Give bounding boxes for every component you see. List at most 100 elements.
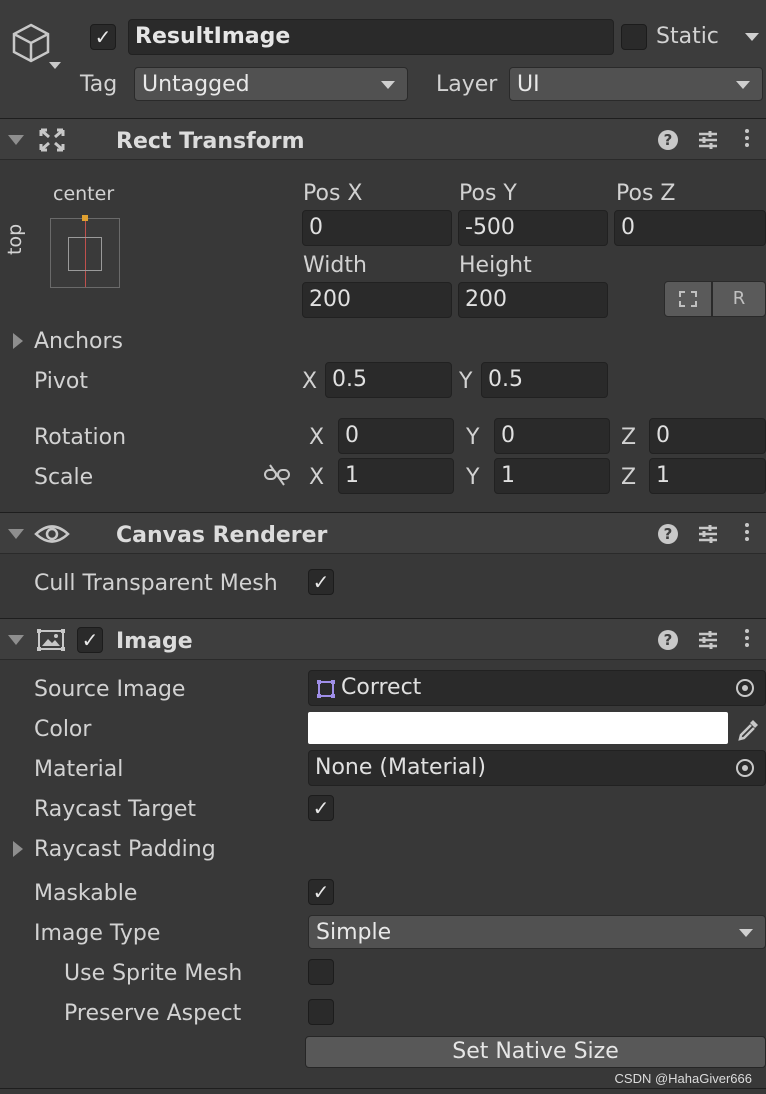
set-native-size-button[interactable]: Set Native Size [305,1036,766,1068]
rotation-x-field[interactable]: 0 [338,418,454,454]
pos-y-label: Pos Y [459,181,517,206]
fold-arrow-icon[interactable] [8,529,24,539]
rotation-z-field[interactable]: 0 [649,418,766,454]
rotation-y-label: Y [466,425,480,450]
pos-x-label: Pos X [303,181,363,206]
raycast-target-checkbox[interactable]: ✓ [308,795,334,821]
raw-edit-button[interactable]: R [712,281,766,317]
active-toggle[interactable]: ✓ [90,24,116,50]
tag-label: Tag [80,72,118,97]
scale-label: Scale [34,465,94,490]
image-type-dropdown[interactable]: Simple [308,915,766,949]
anchor-rect-preview [68,237,102,271]
cull-transparent-mesh-checkbox[interactable]: ✓ [308,569,334,595]
rect-transform-icon [39,128,65,152]
raycast-target-label: Raycast Target [34,797,197,822]
component-title: Image [116,629,193,654]
eye-icon [34,525,70,543]
kebab-menu-icon[interactable] [745,629,749,650]
scale-y-label: Y [466,465,480,490]
source-image-value: Correct [341,675,422,700]
tag-dropdown[interactable]: Untagged [134,67,408,101]
anchors-foldout-arrow[interactable] [13,333,23,349]
pivot-label: Pivot [34,369,89,394]
preserve-aspect-label: Preserve Aspect [64,1001,242,1026]
tag-value: Untagged [142,72,250,97]
raycast-padding-label[interactable]: Raycast Padding [34,839,216,861]
pivot-x-field[interactable]: 0.5 [325,362,452,398]
gameobject-header: ✓ ResultImage Static Tag Untagged Layer … [0,0,766,118]
anchors-label[interactable]: Anchors [34,331,123,353]
scale-y-field[interactable]: 1 [494,458,610,494]
scale-z-label: Z [621,465,637,490]
rect-transform-header[interactable]: Rect Transform ? [0,118,766,160]
presets-icon[interactable] [697,629,719,651]
image-header[interactable]: ✓ Image ? [0,618,766,660]
pos-x-field[interactable]: 0 [302,210,452,246]
image-enabled-toggle[interactable]: ✓ [77,627,103,653]
maskable-checkbox[interactable]: ✓ [308,879,334,905]
presets-icon[interactable] [697,129,719,151]
source-image-field[interactable]: Correct [308,670,766,706]
maskable-label: Maskable [34,881,138,906]
width-field[interactable]: 200 [302,282,452,318]
anchor-h-label: center [53,183,115,205]
source-image-label: Source Image [34,677,186,702]
use-sprite-mesh-label: Use Sprite Mesh [64,961,243,986]
pos-y-field[interactable]: -500 [458,210,608,246]
fold-arrow-icon[interactable] [8,635,24,645]
kebab-menu-icon[interactable] [745,129,749,150]
color-swatch[interactable] [308,712,728,744]
kebab-menu-icon[interactable] [745,523,749,544]
object-picker-icon[interactable] [736,679,754,697]
scale-x-label: X [309,465,325,490]
anchor-presets-button[interactable] [50,215,120,288]
color-label: Color [34,717,92,742]
preserve-aspect-checkbox[interactable] [308,999,334,1025]
presets-icon[interactable] [697,523,719,545]
pos-z-label: Pos Z [616,181,676,206]
rotation-label: Rotation [34,425,127,450]
blueprint-mode-button[interactable] [664,281,712,317]
gameobject-cube-icon[interactable] [10,22,52,64]
eyedropper-icon[interactable] [736,716,762,742]
fold-arrow-icon[interactable] [8,135,24,145]
pivot-y-label: Y [459,369,473,394]
height-field[interactable]: 200 [458,282,608,318]
constrain-proportions-icon[interactable] [263,463,291,487]
help-icon[interactable]: ? [658,630,678,650]
pivot-x-label: X [302,369,318,394]
canvas-renderer-header[interactable]: Canvas Renderer ? [0,512,766,554]
help-icon[interactable]: ? [658,524,678,544]
help-icon[interactable]: ? [658,130,678,150]
layer-value: UI [517,72,540,97]
static-dropdown-caret[interactable] [745,33,759,41]
rotation-y-field[interactable]: 0 [494,418,610,454]
image-type-label: Image Type [34,921,161,946]
static-label: Static [656,24,719,49]
anchor-v-label: top [4,223,26,255]
image-type-value: Simple [316,920,392,945]
blueprint-icon [679,291,697,307]
sprite-icon [317,680,335,698]
gameobject-name-input[interactable]: ResultImage [128,19,614,55]
chevron-down-icon [381,81,395,89]
raycast-padding-foldout-arrow[interactable] [13,841,23,857]
bottom-separator [0,1088,766,1089]
image-component-icon [37,629,65,651]
pos-z-field[interactable]: 0 [614,210,766,246]
icon-dropdown-caret[interactable] [49,62,61,69]
watermark: CSDN @HahaGiver666 [614,1071,752,1086]
rotation-z-label: Z [621,425,637,450]
rotation-x-label: X [309,425,325,450]
pivot-y-field[interactable]: 0.5 [481,362,608,398]
static-toggle[interactable] [621,24,647,50]
layer-dropdown[interactable]: UI [509,67,763,101]
component-title: Rect Transform [116,129,305,154]
use-sprite-mesh-checkbox[interactable] [308,959,334,985]
material-label: Material [34,757,124,782]
scale-z-field[interactable]: 1 [649,458,766,494]
object-picker-icon[interactable] [736,759,754,777]
scale-x-field[interactable]: 1 [338,458,454,494]
material-field[interactable]: None (Material) [308,750,766,786]
